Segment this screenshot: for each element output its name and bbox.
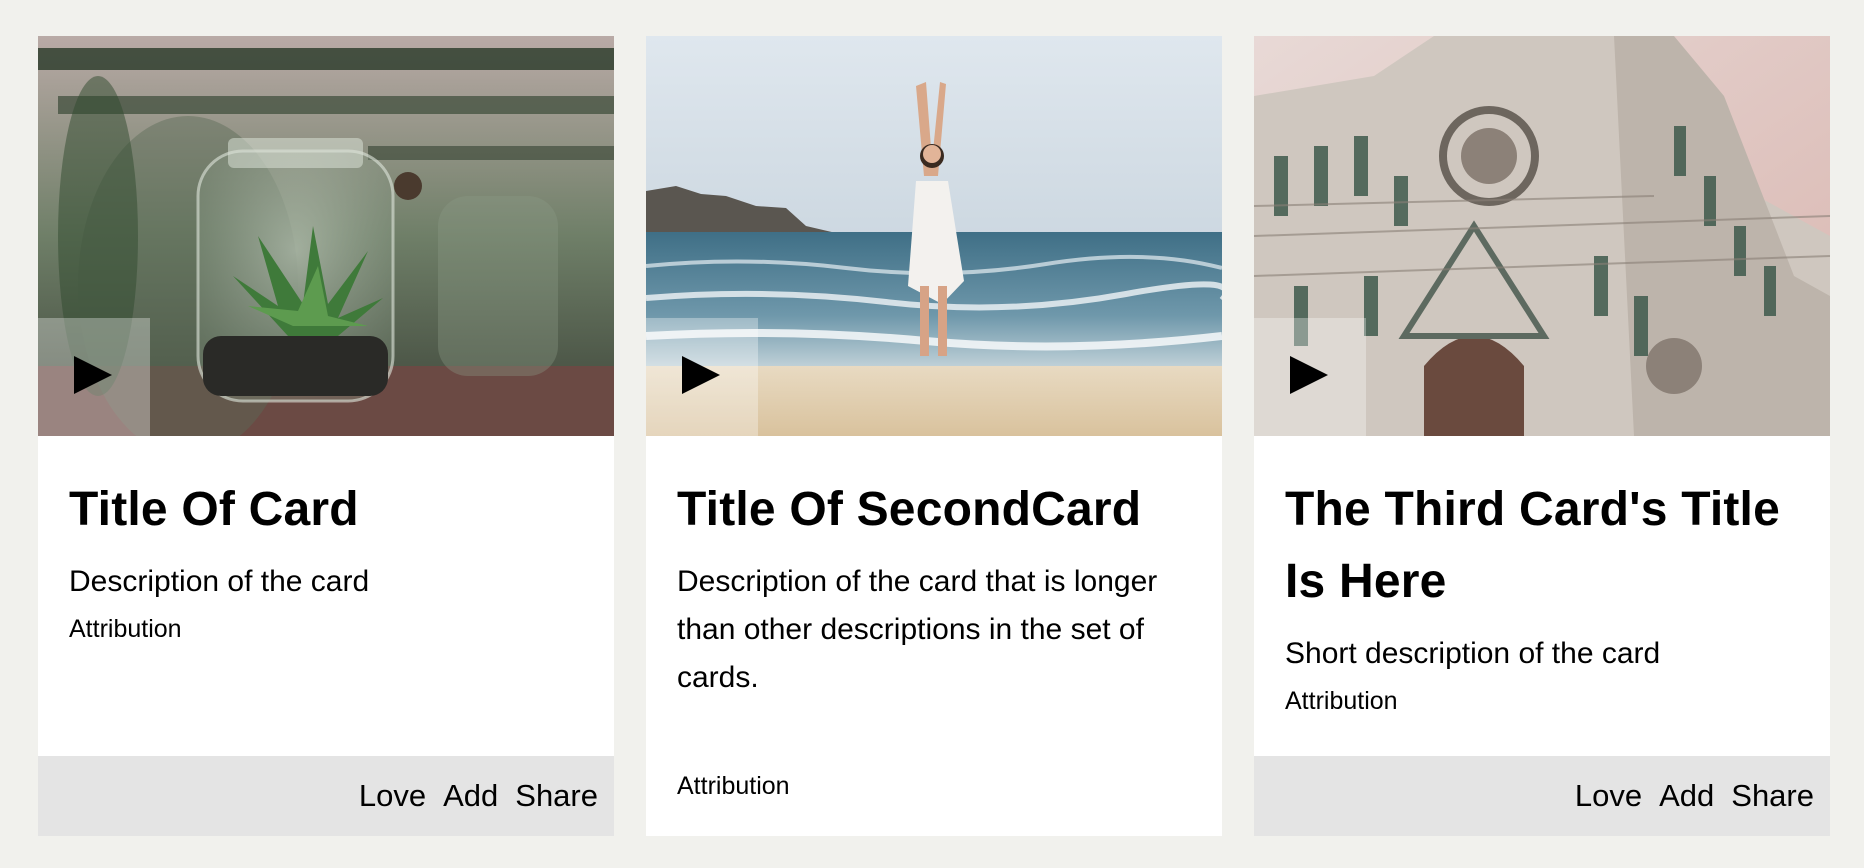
card-attribution: Attribution	[69, 615, 182, 643]
card-title: Title Of SecondCard	[677, 483, 1142, 536]
love-button[interactable]: Love	[359, 778, 426, 814]
card-description: Description of the card that is longer t…	[677, 565, 1158, 694]
share-button[interactable]: Share	[1731, 778, 1814, 814]
card-attribution: Attribution	[677, 772, 790, 800]
card-3-action-bar: Love Add Share	[1254, 756, 1830, 836]
card-2[interactable]: Title Of SecondCard Description of the c…	[646, 36, 1222, 836]
card-3-media[interactable]	[1254, 36, 1830, 436]
card-grid: Title Of Card Description of the card At…	[0, 0, 1864, 868]
love-button[interactable]: Love	[1575, 778, 1642, 814]
card-title: Title Of Card	[69, 483, 359, 536]
card-2-media[interactable]	[646, 36, 1222, 436]
play-icon	[682, 356, 720, 394]
card-1-content: Title Of Card Description of the card At…	[38, 436, 614, 644]
card-1-media[interactable]	[38, 36, 614, 436]
card-2-content: Title Of SecondCard Description of the c…	[646, 436, 1222, 702]
card-1[interactable]: Title Of Card Description of the card At…	[38, 36, 614, 836]
play-button[interactable]	[646, 318, 758, 436]
play-icon	[74, 356, 112, 394]
add-button[interactable]: Add	[443, 778, 498, 814]
card-description: Short description of the card	[1285, 637, 1661, 670]
play-icon	[1290, 356, 1328, 394]
card-title: The Third Card's Title Is Here	[1285, 483, 1780, 608]
card-attribution: Attribution	[1285, 687, 1398, 715]
card-3[interactable]: The Third Card's Title Is Here Short des…	[1254, 36, 1830, 836]
play-button[interactable]	[1254, 318, 1366, 436]
play-button[interactable]	[38, 318, 150, 436]
add-button[interactable]: Add	[1659, 778, 1714, 814]
share-button[interactable]: Share	[515, 778, 598, 814]
card-1-action-bar: Love Add Share	[38, 756, 614, 836]
card-description: Description of the card	[69, 565, 370, 598]
card-3-content: The Third Card's Title Is Here Short des…	[1254, 436, 1830, 716]
